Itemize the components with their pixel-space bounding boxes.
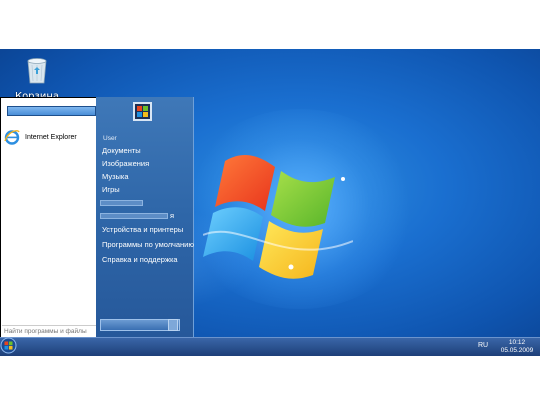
music-link[interactable]: Музыка [102, 172, 129, 181]
clock-time: 10:12 [508, 339, 526, 346]
devices-printers-link[interactable]: Устройства и принтеры [102, 225, 183, 234]
default-programs-link[interactable]: Программы по умолчанию [102, 240, 194, 249]
internet-explorer-icon [4, 130, 20, 145]
partial-link-label[interactable]: я [170, 211, 174, 220]
search-input[interactable] [2, 325, 99, 336]
start-button[interactable] [0, 337, 17, 354]
start-menu-links-pane: User Документы Изображения Музыка Игры я… [96, 97, 194, 338]
shutdown-options-button[interactable] [168, 319, 178, 331]
recycle-bin[interactable]: Корзина [14, 55, 60, 102]
start-menu-item-internet-explorer[interactable]: Internet Explorer [4, 128, 99, 146]
start-menu-highlight-bar [7, 106, 96, 116]
recycle-bin-icon [27, 58, 47, 84]
menu-item-placeholder[interactable] [100, 213, 168, 219]
user-picture[interactable] [133, 102, 152, 121]
games-link[interactable]: Игры [102, 185, 120, 194]
clock-date: 05.05.2009 [500, 347, 534, 354]
user-name-link[interactable]: User [103, 135, 117, 142]
start-menu-programs-pane: Internet Explorer [0, 97, 101, 338]
taskbar: RU 10:12 05.05.2009 [0, 337, 540, 356]
windows-logo-icon [203, 154, 353, 279]
clock[interactable]: 10:12 05.05.2009 [496, 339, 538, 355]
documents-link[interactable]: Документы [102, 146, 141, 155]
pictures-link[interactable]: Изображения [102, 159, 149, 168]
menu-item-placeholder[interactable] [100, 200, 143, 206]
language-indicator[interactable]: RU [478, 342, 488, 349]
windows-flag-icon [137, 106, 148, 117]
help-support-link[interactable]: Справка и поддержка [102, 255, 178, 264]
start-menu-item-label: Internet Explorer [25, 133, 77, 141]
